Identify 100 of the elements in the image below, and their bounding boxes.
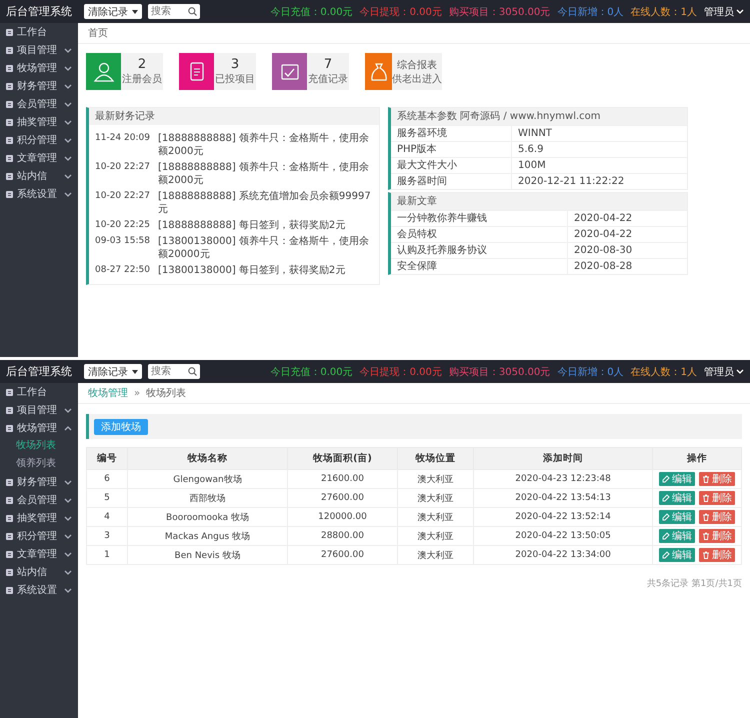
table-cell: 120000.00 (288, 508, 398, 526)
submenu-item[interactable]: 牧场列表 (0, 437, 78, 455)
table-cell: 3 (86, 526, 128, 546)
search-field[interactable]: 搜索 (148, 364, 200, 379)
article-link[interactable]: 会员特权 (391, 227, 568, 242)
table-cell: 澳大利亚 (397, 488, 474, 508)
sidebar-item[interactable]: 系统设置 (0, 185, 78, 203)
table-cell: 2020-04-23 12:23:48 (474, 470, 652, 488)
user-menu[interactable]: 管理员 (704, 4, 744, 18)
stat-text: 今日充值：0.00元 (270, 366, 353, 378)
breadcrumb-item: 牧场列表 (146, 386, 186, 400)
breadcrumb-separator: » (134, 388, 140, 398)
table-cell: 2020-04-22 13:52:14 (474, 508, 652, 526)
table-cell: 澳大利亚 (397, 508, 474, 526)
table-cell: 5 (86, 488, 128, 508)
stat-text: 今日新增：0人 (557, 6, 624, 18)
table-cell: 4 (86, 508, 128, 526)
table-cell: 2020-04-22 13:50:05 (474, 526, 652, 546)
stat-card[interactable]: 3 已投项目 (179, 53, 256, 90)
card-count: 3 (230, 58, 240, 72)
record-time: 10-20 22:25 (95, 219, 150, 232)
sidebar-item[interactable]: 牧场管理 (0, 59, 78, 77)
stat-card[interactable]: 7 充值记录 (272, 53, 349, 90)
sidebar-item[interactable]: 牧场管理 (0, 419, 78, 437)
submenu-item[interactable]: 领养列表 (0, 455, 78, 473)
sidebar-item[interactable]: 会员管理 (0, 95, 78, 113)
column-header: 添加时间 (474, 448, 652, 470)
record-time: 08-27 22:50 (95, 264, 150, 277)
table-cell-text: 5.6.9 (517, 143, 544, 157)
column-header: 操作 (652, 448, 742, 470)
app-title: 后台管理系统 (5, 364, 73, 379)
table-cell: PHP版本 (391, 142, 512, 157)
sidebar-item[interactable]: 文章管理 (0, 149, 78, 167)
card-count: 7 (324, 58, 332, 72)
table-cell: 澳大利亚 (397, 526, 474, 546)
card-count: 2 (138, 58, 146, 72)
sidebar-item[interactable]: 抽奖管理 (0, 113, 78, 131)
sidebar-item[interactable]: 项目管理 (0, 401, 78, 419)
table-cell: 27600.00 (288, 488, 398, 508)
table-cell: 28800.00 (288, 526, 398, 546)
sidebar-item[interactable]: 文章管理 (0, 545, 78, 563)
table-cell-text: 2020-04-22 (573, 212, 632, 226)
card-label: 充值记录 (308, 72, 348, 86)
stat-card[interactable]: 2 注册会员 (86, 53, 163, 90)
panel-title: 最新文章 (391, 193, 687, 210)
sidebar-item[interactable]: 积分管理 (0, 131, 78, 149)
table-cell-text: WINNT (517, 127, 552, 141)
user-menu[interactable]: 管理员 (704, 364, 744, 378)
sidebar-item[interactable]: 抽奖管理 (0, 509, 78, 527)
record-text: [18888888888] 系统充值增加会员余额99997元 (158, 190, 372, 216)
search-field[interactable]: 搜索 (148, 4, 200, 19)
sidebar-item[interactable]: 会员管理 (0, 491, 78, 509)
table-cell: 6 (86, 470, 128, 488)
record-text: [18888888888] 领养牛只：金格斯牛，使用余额2000元 (158, 161, 370, 187)
sidebar-item[interactable]: 财务管理 (0, 77, 78, 95)
stat-text: 在线人数：1人 (630, 366, 697, 378)
stat-text: 今日提现：0.00元 (360, 6, 442, 18)
article-link[interactable]: 认购及托养服务协议 (391, 243, 568, 258)
sidebar-item[interactable]: 系统设置 (0, 581, 78, 599)
sidebar-item[interactable]: 项目管理 (0, 41, 78, 59)
record-time: 09-03 15:58 (95, 235, 150, 248)
table-cell-text: 2020-04-22 (573, 228, 632, 242)
column-header: 牧场名称 (127, 448, 288, 470)
card-label: 供老出进入 (392, 72, 442, 86)
stat-text: 今日充值：0.00元 (270, 6, 353, 18)
delete-button[interactable]: 删除 (699, 472, 735, 486)
stat-text: 购买项目：3050.00元 (448, 366, 550, 378)
record-text: [13800138000] 领养牛只：金格斯牛，使用余额20000元 (158, 235, 370, 261)
stat-card[interactable]: 综合报表 供老出进入 (365, 53, 442, 90)
table-cell: 服务器时间 (391, 174, 512, 189)
sidebar-item[interactable]: 站内信 (0, 563, 78, 581)
sidebar-item[interactable]: 财务管理 (0, 473, 78, 491)
table-cell: 2020-04-22 13:34:00 (474, 546, 652, 564)
article-link[interactable]: 安全保障 (391, 259, 568, 274)
delete-button[interactable]: 删除 (699, 548, 735, 562)
record-dropdown[interactable]: 清除记录 (84, 364, 142, 379)
delete-button[interactable]: 删除 (699, 529, 735, 543)
record-time: 10-20 22:27 (95, 190, 150, 203)
record-dropdown[interactable]: 清除记录 (84, 4, 142, 19)
breadcrumb-item: 首页 (88, 27, 108, 40)
table-cell: 澳大利亚 (397, 470, 474, 488)
table-cell: Mackas Angus 牧场 (127, 526, 288, 546)
table-cell-text: 2020-08-28 (573, 260, 632, 274)
table-cell: Booroomooka 牧场 (127, 508, 288, 526)
stat-text: 购买项目：3050.00元 (448, 6, 550, 18)
sidebar-item[interactable]: 工作台 (0, 383, 78, 401)
delete-button[interactable]: 删除 (699, 510, 735, 524)
delete-button[interactable]: 删除 (699, 491, 735, 505)
pagination-text: 共5条记录 第1页/共1页 (646, 578, 742, 590)
stat-text: 今日提现：0.00元 (360, 366, 442, 378)
card-label: 注册会员 (122, 72, 162, 86)
record-time: 11-24 20:09 (95, 132, 150, 145)
table-cell: Ben Nevis 牧场 (127, 546, 288, 564)
sidebar-item[interactable]: 积分管理 (0, 527, 78, 545)
record-text: [18888888888] 每日签到，获得奖励2元 (158, 219, 346, 232)
column-header: 牧场面积(亩) (288, 448, 398, 470)
article-link[interactable]: 一分钟教你养牛赚钱 (391, 211, 568, 226)
sidebar-item[interactable]: 站内信 (0, 167, 78, 185)
record-time: 10-20 22:27 (95, 161, 150, 174)
sidebar-item[interactable]: 工作台 (0, 23, 78, 41)
